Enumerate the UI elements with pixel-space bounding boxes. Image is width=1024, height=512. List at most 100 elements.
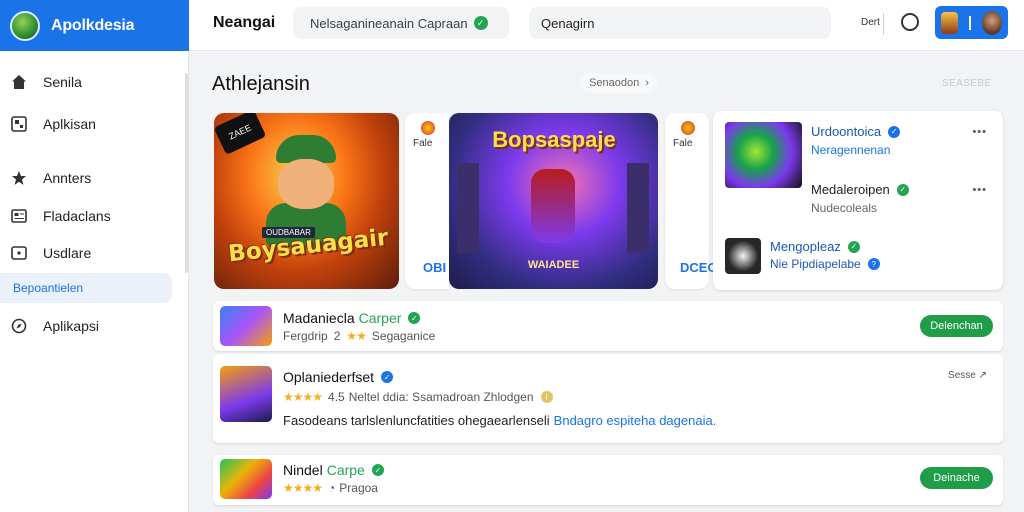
sidebar-item-annters[interactable]: Annters [0, 163, 172, 193]
verified-icon: ✓ [896, 183, 909, 196]
user-menu[interactable] [935, 6, 1008, 39]
sidebar: Senila Aplkisan Annters Fladaclans Usdla… [0, 51, 189, 512]
featured-game-card[interactable]: Bopsaspaje WAIADEE [449, 113, 658, 289]
description-link[interactable]: Bndagro espiteha dagenaia. [554, 413, 717, 428]
list-item[interactable]: Madaniecla Carper ✓ Fergdrip 2 ★★ Segaganice … [213, 301, 1003, 351]
compass-icon [10, 317, 28, 335]
sidebar-item-label: Aplikapsi [43, 318, 100, 334]
app-name: Madaniecla Carper ✓ [283, 310, 421, 326]
sidebar-item-label: Fladaclans [43, 208, 111, 224]
recommendation-panel: Urdoontoica ✓ Neragennenan ••• Medaleroip… [713, 111, 1003, 290]
sidebar-scrollbar[interactable] [185, 73, 188, 273]
divider [968, 15, 971, 30]
more-options-icon[interactable]: ••• [972, 184, 987, 196]
featured-game-card[interactable]: ZAEE OUDBABAR Boysauagair [214, 113, 399, 289]
panel-item-name: Medaleroipen ✓ [811, 182, 909, 197]
game-character-art [531, 169, 575, 243]
tower-art [457, 163, 479, 253]
panel-item-name: Mengopleaz ✓ [770, 239, 860, 254]
search-input[interactable]: Qenagirn [529, 7, 831, 39]
filter-pill-label: Nelsaganineanain Capraan [310, 15, 468, 31]
app-meta: ★★★★ ◔ Pragoa [283, 481, 378, 495]
panel-item-sub: Neragennenan [811, 143, 891, 157]
sidebar-item-label: Annters [43, 170, 92, 186]
avatar[interactable] [981, 10, 1002, 35]
panel-item-sub: Nie Pipdiapelabe? [770, 257, 880, 271]
see-more-button[interactable]: Senaodon › [580, 73, 658, 93]
game-subtitle: WAIADEE [527, 259, 580, 271]
panel-item[interactable]: Urdoontoica ✓ Neragennenan ••• [725, 122, 989, 188]
top-bar: Neangai Nelsaganineanain Capraan ✓ Qenag… [189, 0, 1024, 51]
sidebar-item-label: Aplkisan [43, 116, 96, 132]
rating-stars: ★★★★ [283, 481, 323, 495]
page-title: Neangai [213, 14, 276, 31]
install-button[interactable]: Delenchan [920, 315, 993, 337]
sidebar-item-apps[interactable]: Aplkisan [0, 109, 172, 139]
panel-item[interactable]: Medaleroipen ✓ Nudecoleals ••• [725, 180, 989, 215]
verified-icon: ✓ [888, 125, 901, 138]
install-button[interactable]: Deinache [920, 467, 993, 489]
search-input-value: Qenagirn [541, 15, 595, 31]
game-icon [421, 121, 435, 135]
app-logo [10, 10, 40, 41]
info-icon: i [540, 391, 553, 403]
sidebar-item-label: Bepoantielen [13, 281, 84, 295]
featured-mini-card[interactable]: Fale DCEO [665, 113, 718, 289]
list-item[interactable]: Oplaniederfset ✓ ★★★★ 4.5 Neltel ddia: Ssam… [213, 354, 1003, 443]
app-thumbnail [220, 366, 272, 422]
list-item[interactable]: Nindel Carpe ✓ ★★★★ ◔ Pragoa Deinache [213, 455, 1003, 505]
home-icon [10, 73, 28, 91]
row-more-button[interactable]: Sesse ↗ [948, 370, 987, 381]
game-title: Bopsaspaje [492, 127, 616, 152]
update-icon [10, 244, 28, 262]
verified-icon: ✓ [381, 371, 394, 383]
sidebar-item-home[interactable]: Senila [0, 67, 172, 97]
app-name: Nindel Carpe ✓ [283, 462, 384, 478]
mini-card-code: OBI [423, 260, 447, 275]
mini-card-label: Fale [413, 138, 433, 149]
apps-icon [10, 115, 28, 133]
clock-icon: ◔ [328, 481, 336, 495]
section-faint-link[interactable]: SEASEBE [942, 78, 992, 89]
app-meta: Fergdrip 2 ★★ Segaganice [283, 329, 436, 343]
rating-stars: ★★★★ [283, 390, 323, 404]
verified-icon: ✓ [408, 312, 421, 324]
tower-art [627, 163, 649, 253]
verified-icon: ✓ [473, 16, 488, 30]
mini-card-label: Fale [673, 138, 693, 149]
app-name: Oplaniederfset ✓ [283, 369, 394, 385]
verified-icon: ✓ [371, 464, 384, 476]
featured-mini-card[interactable]: Fale OBI [405, 113, 449, 289]
app-thumbnail [220, 459, 272, 499]
app-description: Fasodeans tarlslenluncfatities ohegaearl… [283, 413, 717, 428]
app-thumbnail [725, 122, 802, 188]
sidebar-item-label: Usdlare [43, 245, 92, 261]
verified-icon: ✓ [847, 240, 860, 253]
app-thumbnail [725, 238, 761, 274]
chevron-right-icon: › [645, 77, 649, 89]
panel-item[interactable]: Mengopleaz ✓ Nie Pipdiapelabe? [725, 238, 989, 274]
rating-stars: ★★ [346, 329, 366, 343]
brand-header[interactable]: Apolkdesia [0, 0, 189, 51]
game-icon [681, 121, 695, 135]
app-thumbnail [220, 306, 272, 346]
section-title: Athlejansin [212, 73, 310, 95]
star-icon [10, 169, 28, 187]
news-icon [10, 207, 28, 225]
top-small-label[interactable]: Dert [861, 17, 880, 28]
game-icon [941, 11, 958, 34]
panel-item-name: Urdoontoica ✓ [811, 124, 901, 139]
app-meta: ★★★★ 4.5 Neltel ddia: Ssamadroan Zhlodgen i [283, 390, 553, 404]
panel-item-sub: Nudecoleals [811, 201, 878, 215]
help-icon: ? [867, 258, 880, 270]
sidebar-item-fladaclans[interactable]: Fladaclans [0, 201, 172, 231]
mini-card-code: DCEO [680, 260, 718, 275]
sidebar-item-active[interactable]: Bepoantielen [0, 273, 172, 303]
more-options-icon[interactable]: ••• [972, 126, 987, 138]
sidebar-item-usdlare[interactable]: Usdlare [0, 238, 172, 268]
filter-pill[interactable]: Nelsaganineanain Capraan ✓ [293, 7, 509, 39]
divider [883, 13, 884, 35]
search-icon[interactable] [901, 13, 919, 31]
chevron-up-icon: ↗ [978, 370, 987, 381]
sidebar-item-aplikapsi[interactable]: Aplikapsi [0, 311, 172, 341]
